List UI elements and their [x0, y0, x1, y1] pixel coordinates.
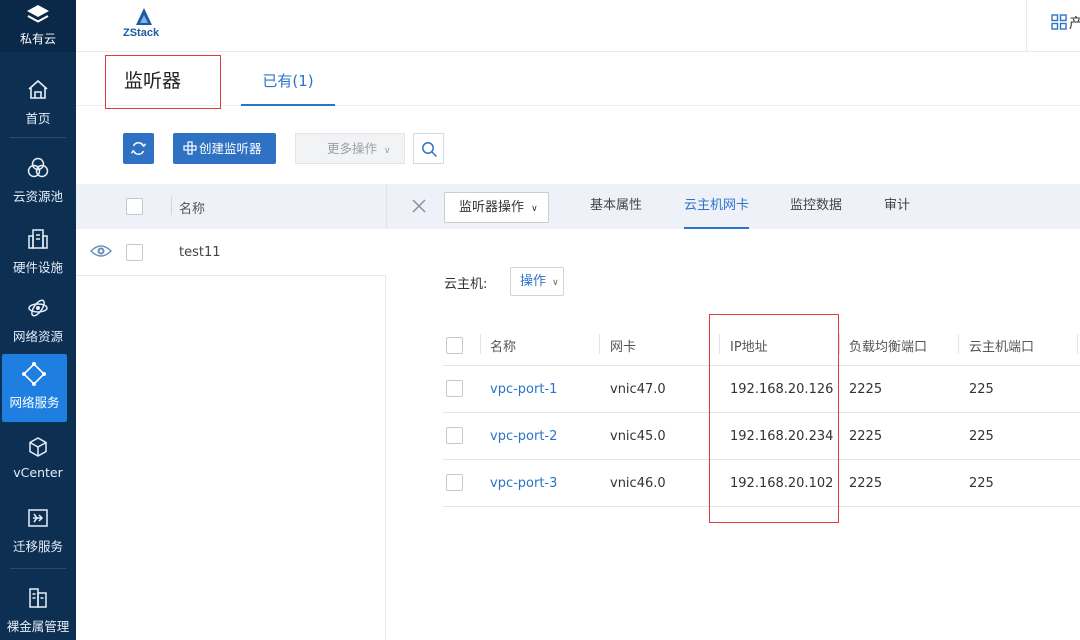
list-empty-area: [76, 276, 386, 640]
nav-item-label: 裸金属管理: [6, 619, 70, 634]
row-checkbox[interactable]: [126, 244, 143, 261]
column-divider: [839, 334, 840, 354]
page-titlebar: 监听器 已有(1): [76, 52, 1080, 109]
header-apps-button[interactable]: 产: [1026, 0, 1080, 52]
page-title: 监听器: [105, 55, 221, 109]
nav-item-label: 云资源池: [12, 189, 63, 204]
nav-item-label: vCenter: [13, 465, 63, 480]
nav-item-network-service[interactable]: 网络服务: [2, 354, 67, 422]
refresh-button[interactable]: [123, 133, 154, 164]
nic-cell: vnic46.0: [610, 476, 666, 491]
nic-cell: vnic45.0: [610, 429, 666, 444]
more-actions-label: 更多操作: [327, 141, 378, 156]
nav-item-home[interactable]: 首页: [0, 70, 76, 138]
nav-item-label: 网络服务: [9, 395, 60, 410]
lb-port-cell: 2225: [849, 382, 883, 397]
listener-name: test11: [179, 245, 221, 260]
column-header-lb-port: 负载均衡端口: [849, 340, 928, 355]
detail-header: 监听器操作 ∨ 基本属性 云主机网卡 监控数据 审计: [386, 184, 1080, 229]
logo-text: ZStack: [123, 27, 160, 39]
vm-actions-label: 操作: [520, 274, 547, 289]
vm-port-cell: 225: [969, 382, 994, 397]
chevron-down-icon: ∨: [384, 146, 391, 156]
close-icon[interactable]: [411, 198, 427, 214]
row-checkbox[interactable]: [446, 474, 463, 491]
nav-item-label: 迁移服务: [12, 539, 63, 554]
list-header: 名称: [76, 184, 386, 229]
search-button[interactable]: [413, 133, 444, 164]
top-header: ZStack 产: [76, 0, 1080, 52]
column-divider: [958, 334, 959, 354]
header-right-text: 产: [1069, 16, 1080, 32]
nav-divider: [10, 568, 66, 569]
row-checkbox[interactable]: [446, 427, 463, 444]
vm-label: 云主机:: [444, 277, 488, 292]
select-all-checkbox[interactable]: [126, 198, 143, 215]
chevron-down-icon: ∨: [552, 278, 559, 288]
vm-actions-button[interactable]: 操作 ∨: [510, 267, 564, 296]
nic-name-link[interactable]: vpc-port-3: [490, 476, 557, 491]
nav-brand[interactable]: 私有云: [0, 0, 76, 52]
hardware-icon: [28, 229, 48, 249]
tab-basic-properties[interactable]: 基本属性: [590, 184, 642, 229]
lb-port-cell: 2225: [849, 429, 883, 444]
nav-item-resource-pool[interactable]: 云资源池: [0, 148, 76, 216]
listener-actions-button[interactable]: 监听器操作 ∨: [444, 192, 549, 223]
column-divider: [1077, 334, 1078, 354]
tab-monitoring[interactable]: 监控数据: [790, 184, 842, 229]
nav-item-label: 网络资源: [12, 329, 63, 344]
tab-audit[interactable]: 审计: [884, 184, 910, 229]
home-icon: [28, 79, 48, 99]
row-checkbox[interactable]: [446, 380, 463, 397]
nav-item-hardware[interactable]: 硬件设施: [0, 219, 76, 287]
nav-item-network-resource[interactable]: 网络资源: [0, 288, 76, 356]
create-listener-label: 创建监听器: [199, 141, 262, 156]
nav-item-label: 首页: [25, 111, 51, 126]
left-nav: 私有云 首页 云资源池 硬件设施 网络资源 网络服务 vCenter 迁移服务 …: [0, 0, 76, 640]
refresh-icon: [130, 142, 147, 155]
plus-icon: [183, 141, 197, 155]
nav-item-vcenter[interactable]: vCenter: [0, 427, 76, 495]
nic-cell: vnic47.0: [610, 382, 666, 397]
nav-divider: [10, 137, 66, 138]
column-divider: [599, 334, 600, 354]
network-resource-icon: [28, 299, 48, 317]
tab-vm-nic[interactable]: 云主机网卡: [684, 184, 750, 229]
list-item[interactable]: test11: [76, 229, 386, 276]
nav-item-migration[interactable]: 迁移服务: [0, 498, 76, 566]
network-service-icon: [22, 362, 46, 386]
baremetal-icon: [29, 588, 47, 608]
select-all-checkbox[interactable]: [446, 337, 463, 354]
create-listener-button[interactable]: 创建监听器: [173, 133, 276, 164]
grid-icon: [1051, 14, 1067, 30]
migration-icon: [28, 509, 48, 527]
vm-port-cell: 225: [969, 476, 994, 491]
column-header-vm-port: 云主机端口: [969, 340, 1035, 355]
eye-icon[interactable]: [90, 243, 112, 259]
list-header-name: 名称: [179, 202, 206, 217]
chevron-down-icon: ∨: [531, 204, 538, 214]
listener-actions-label: 监听器操作: [459, 200, 525, 215]
nav-item-label: 硬件设施: [12, 260, 63, 275]
ip-column-highlight: [709, 314, 839, 523]
vm-port-cell: 225: [969, 429, 994, 444]
more-actions-button[interactable]: 更多操作 ∨: [295, 133, 405, 164]
column-divider: [480, 334, 481, 354]
layers-icon: [27, 5, 49, 23]
lb-port-cell: 2225: [849, 476, 883, 491]
nic-name-link[interactable]: vpc-port-2: [490, 429, 557, 444]
vcenter-icon: [29, 437, 47, 457]
nic-name-link[interactable]: vpc-port-1: [490, 382, 557, 397]
nav-item-baremetal[interactable]: 裸金属管理: [0, 578, 76, 640]
search-icon: [422, 142, 438, 158]
nav-brand-label: 私有云: [19, 32, 56, 46]
tab-existing[interactable]: 已有(1): [241, 52, 335, 106]
resource-pool-icon: [27, 157, 49, 178]
column-header-nic: 网卡: [610, 340, 637, 355]
column-header-name: 名称: [490, 340, 517, 355]
column-divider: [171, 197, 172, 215]
